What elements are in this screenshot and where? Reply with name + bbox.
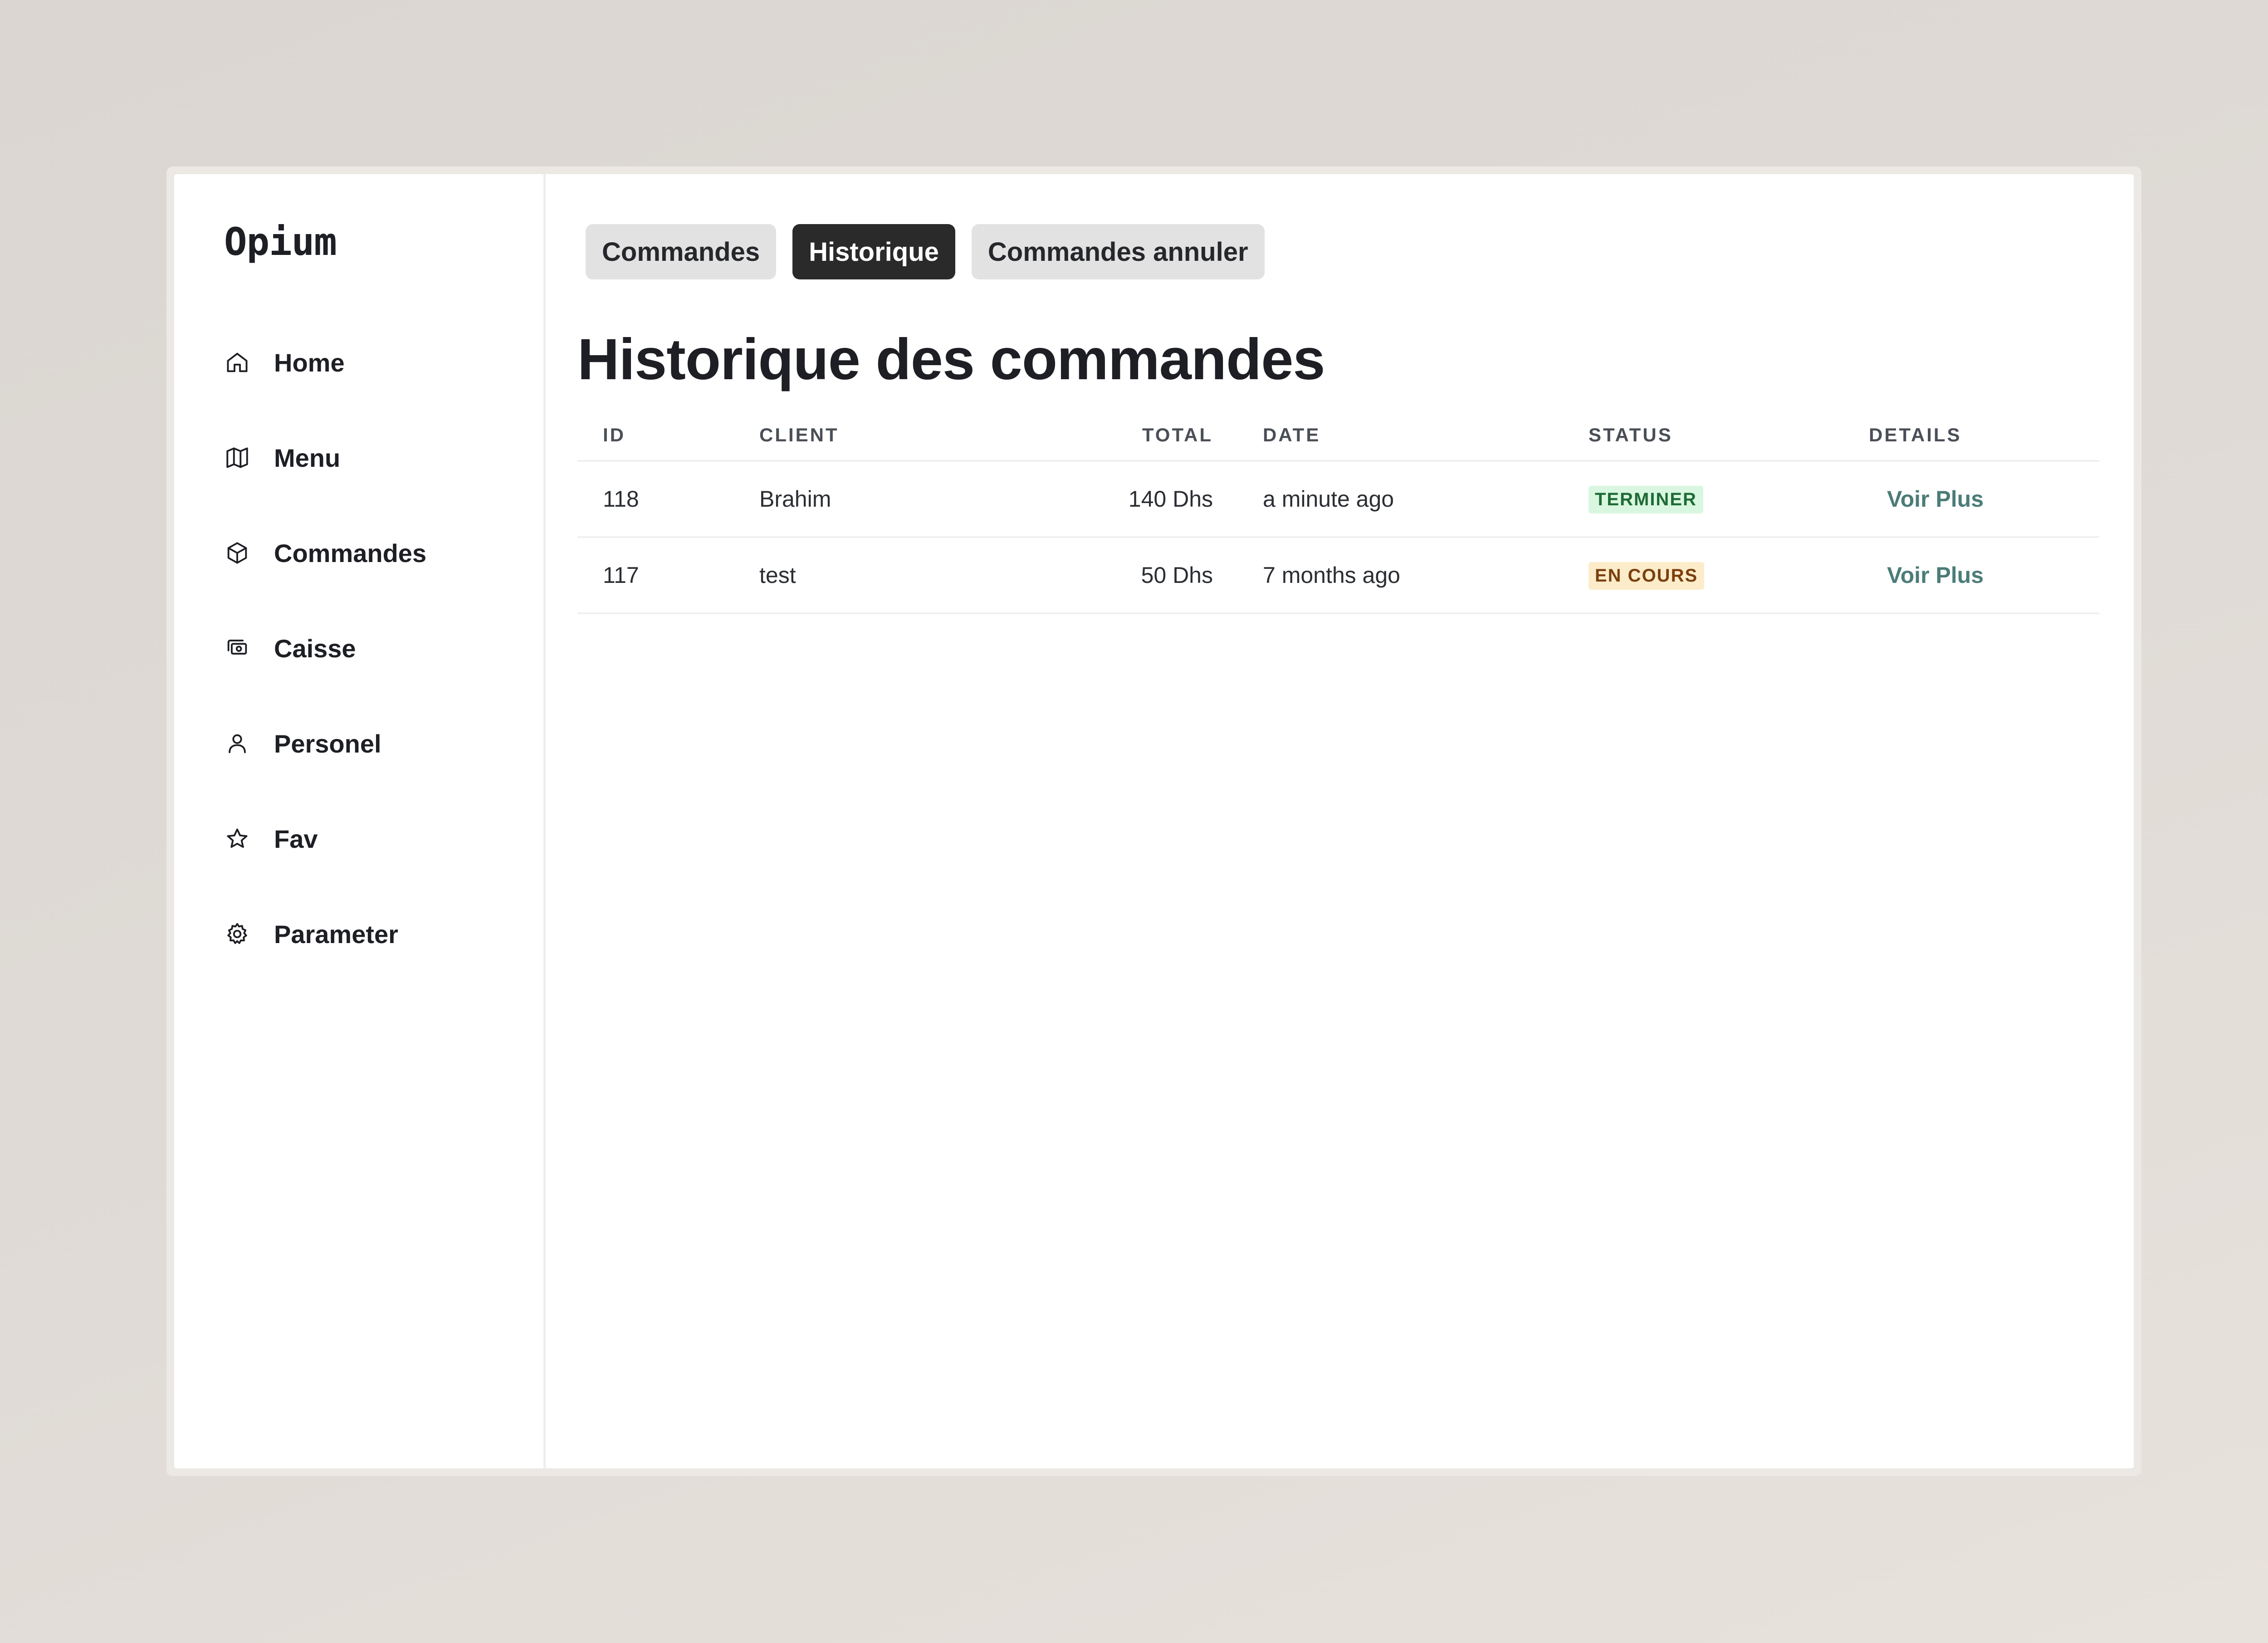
order-id: 118 xyxy=(577,461,759,538)
order-id: 117 xyxy=(577,537,759,614)
sidebar-item-fav[interactable]: Fav xyxy=(224,791,426,886)
status-badge: TERMINER xyxy=(1589,486,1703,513)
gear-icon xyxy=(224,921,250,947)
cash-icon xyxy=(224,635,250,661)
app-frame: Opium Home Menu Commandes Caisse Persone… xyxy=(174,174,2134,1468)
order-total: 50 Dhs xyxy=(1013,537,1263,614)
page-title: Historique des commandes xyxy=(577,327,1325,392)
home-icon xyxy=(224,349,250,376)
box-icon xyxy=(224,540,250,566)
table-row: 117 test 50 Dhs 7 months ago EN COURS Vo… xyxy=(577,537,2099,614)
main-content: Commandes Historique Commandes annuler H… xyxy=(546,174,2134,1468)
sidebar-item-caisse[interactable]: Caisse xyxy=(224,601,426,696)
order-date: 7 months ago xyxy=(1263,537,1589,614)
column-header-details: DETAILS xyxy=(1869,419,2099,462)
table-header-row: ID CLIENT TOTAL DATE STATUS DETAILS xyxy=(577,419,2099,462)
sidebar-item-label: Menu xyxy=(274,443,341,472)
column-header-client: CLIENT xyxy=(759,419,1013,462)
sidebar-item-label: Commandes xyxy=(274,538,427,567)
tab-commandes[interactable]: Commandes xyxy=(586,224,777,279)
order-client: Brahim xyxy=(759,461,1013,538)
column-header-date: DATE xyxy=(1263,419,1589,462)
map-icon xyxy=(224,445,250,471)
sidebar-item-parameter[interactable]: Parameter xyxy=(224,886,426,982)
voir-plus-link[interactable]: Voir Plus xyxy=(1887,562,1984,588)
orders-history-table: ID CLIENT TOTAL DATE STATUS DETAILS 118 … xyxy=(577,419,2099,614)
sidebar-item-label: Fav xyxy=(274,824,318,853)
column-header-total: TOTAL xyxy=(1013,419,1263,462)
sidebar-item-commandes[interactable]: Commandes xyxy=(224,505,426,601)
column-header-status: STATUS xyxy=(1589,419,1869,462)
tab-commandes-annuler[interactable]: Commandes annuler xyxy=(971,224,1265,279)
voir-plus-link[interactable]: Voir Plus xyxy=(1887,486,1984,512)
sidebar-item-label: Parameter xyxy=(274,919,398,949)
sidebar-nav: Home Menu Commandes Caisse Personel Fav … xyxy=(224,315,426,982)
tab-historique[interactable]: Historique xyxy=(792,224,955,279)
tab-bar: Commandes Historique Commandes annuler xyxy=(586,224,1265,279)
sidebar-item-menu[interactable]: Menu xyxy=(224,410,426,505)
app-logo: Opium xyxy=(224,220,337,264)
sidebar-item-personel[interactable]: Personel xyxy=(224,696,426,791)
user-icon xyxy=(224,730,250,757)
order-date: a minute ago xyxy=(1263,461,1589,538)
column-header-id: ID xyxy=(577,419,759,462)
sidebar-item-home[interactable]: Home xyxy=(224,315,426,410)
order-status-cell: EN COURS xyxy=(1589,537,1869,614)
table-row: 118 Brahim 140 Dhs a minute ago TERMINER… xyxy=(577,461,2099,538)
order-details-cell: Voir Plus xyxy=(1869,537,2099,614)
app-window: Opium Home Menu Commandes Caisse Persone… xyxy=(166,166,2141,1476)
status-badge: EN COURS xyxy=(1589,562,1705,590)
sidebar: Opium Home Menu Commandes Caisse Persone… xyxy=(174,174,546,1468)
order-details-cell: Voir Plus xyxy=(1869,461,2099,538)
sidebar-item-label: Home xyxy=(274,348,345,377)
sidebar-item-label: Caisse xyxy=(274,634,356,663)
sidebar-item-label: Personel xyxy=(274,729,381,758)
order-client: test xyxy=(759,537,1013,614)
order-total: 140 Dhs xyxy=(1013,461,1263,538)
star-icon xyxy=(224,826,250,852)
order-status-cell: TERMINER xyxy=(1589,461,1869,538)
